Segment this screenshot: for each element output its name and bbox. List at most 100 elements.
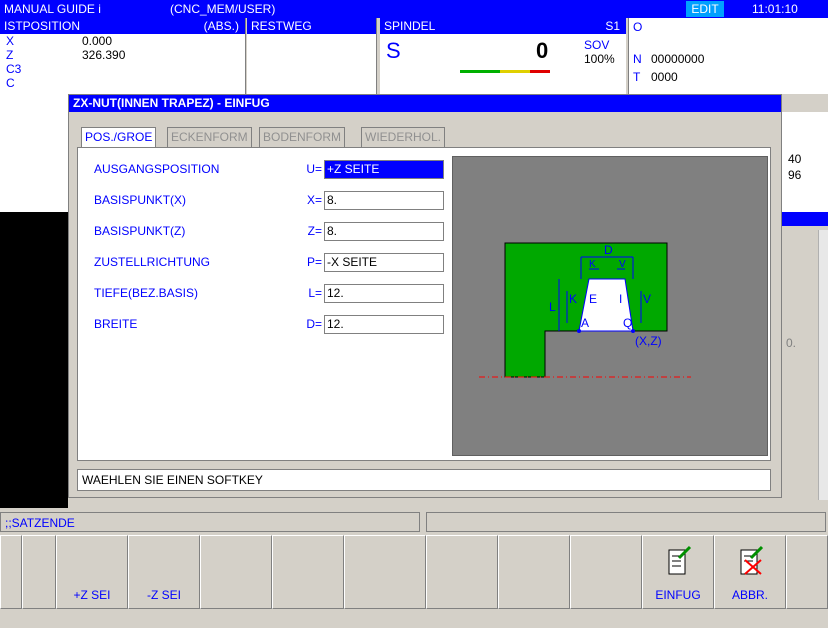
label-xz: (X,Z) [635,334,662,348]
field-input-basispunkt-z[interactable]: 8. [324,222,444,241]
load-bar-green [460,70,500,73]
spindle-header: SPINDEL S1 [380,18,626,34]
label-l: L [549,300,556,314]
axis-x-value: 0.000 [82,34,113,48]
softkey-0[interactable] [22,535,56,609]
program-view-left [0,212,68,508]
axis-c-label: C [6,76,15,90]
spindle-panel: SPINDEL S1 S 0 SOV 100% [380,18,626,94]
softkey-8[interactable] [570,535,642,609]
label-q: Q [623,316,632,330]
program-line-text: ;;SATZENDE [5,516,75,530]
clock: 11:01:10 [752,2,798,16]
bg-area-left-top [0,112,68,212]
field-key-p: P= [306,255,322,269]
field-input-tiefe[interactable]: 12. [324,284,444,303]
field-key-u: U= [306,162,322,176]
field-key-z: Z= [307,224,322,238]
spindle-s-value: 0 [536,38,549,63]
bg-value-2: 96 [788,168,802,182]
spindle-id: S1 [605,19,620,33]
spindle-s-label: S [386,38,401,63]
softkey-7[interactable] [498,535,570,609]
field-input-zustellrichtung[interactable]: -X SEITE [324,253,444,272]
softkey-plus-z-seite[interactable]: +Z SEI [56,535,128,609]
bg-value-1: 40 [788,152,802,166]
program-path: (CNC_MEM/USER) [170,2,276,16]
n-value: 00000000 [651,52,705,66]
position-title: ISTPOSITION [4,19,81,33]
softkey-6[interactable] [426,535,498,609]
field-label-tiefe: TIEFE(BEZ.BASIS) [94,286,199,300]
bg-highlight-bar [782,212,828,226]
restweg-panel: RESTWEG [247,18,377,94]
t-value: 0000 [651,70,678,84]
field-key-x: X= [306,193,322,207]
groove-diagram-svg: D K V L K E I V A Q (X,Z) [479,242,691,378]
softkey-right-nav[interactable] [786,535,828,609]
app-title: MANUAL GUIDE i [4,2,101,16]
sov-value: 100% [584,52,615,66]
field-label-zustellrichtung: ZUSTELLRICHTUNG [94,255,211,269]
dialog-title: ZX-NUT(INNEN TRAPEZ) - EINFUG [69,95,781,112]
input-line[interactable] [426,512,826,532]
label-k-top: K [589,259,596,270]
axis-z-label: Z [6,48,14,62]
cancel-document-icon [740,545,764,575]
tab-wiederhol[interactable]: WIEDERHOL. [361,127,446,147]
field-key-d: D= [306,317,322,331]
softkey-minus-z-seite-label: -Z SEI [146,588,181,602]
codes-panel: O N 00000000 T 0000 [628,18,828,94]
load-bar-red [530,70,550,73]
t-label: T [633,70,641,84]
sov-label: SOV [584,38,610,52]
tab-pos-groe[interactable]: POS./GROE [81,127,157,148]
field-label-basispunkt-z: BASISPUNKT(Z) [94,224,186,238]
program-line: ;;SATZENDE [0,512,420,532]
softkey-5[interactable] [344,535,426,609]
softkey-minus-z-seite[interactable]: -Z SEI [128,535,200,609]
label-k: K [569,292,577,306]
field-label-ausgangsposition: AUSGANGSPOSITION [94,162,220,176]
axis-c3-label: C3 [6,62,22,76]
field-input-ausgangsposition[interactable]: +Z SEITE [324,160,444,179]
bg-value-3: 0. [786,336,797,350]
softkey-einfug-label: EINFUG [655,588,701,602]
label-e: E [589,292,597,306]
axis-z-value: 326.390 [82,48,126,62]
softkey-plus-z-seite-label: +Z SEI [73,588,111,602]
load-bar-yellow [500,70,530,73]
tab-bodenform[interactable]: BODENFORM [259,127,345,147]
axis-x-label: X [6,34,15,48]
o-label: O [633,20,643,34]
mode-badge: EDIT [686,1,724,17]
softkey-einfug[interactable]: EINFUG [642,535,714,609]
status-message: WAEHLEN SIE EINEN SOFTKEY [77,469,771,491]
field-input-basispunkt-x[interactable]: 8. [324,191,444,210]
position-mode: (ABS.) [203,19,239,33]
label-v: V [643,292,651,306]
groove-dialog: ZX-NUT(INNEN TRAPEZ) - EINFUG POS./GROE … [68,94,782,498]
top-status-bar: MANUAL GUIDE i (CNC_MEM/USER) EDIT 11:01… [0,0,828,18]
restweg-header: RESTWEG [247,18,376,34]
field-label-basispunkt-x: BASISPUNKT(X) [94,193,187,207]
label-d: D [604,243,613,257]
tab-eckenform[interactable]: ECKENFORM [167,127,252,147]
softkey-4[interactable] [272,535,344,609]
scrollbar[interactable] [818,230,828,500]
field-input-breite[interactable]: 12. [324,315,444,334]
label-a: A [581,316,589,330]
label-v-top: V [619,259,626,270]
softkey-3[interactable] [200,535,272,609]
insert-document-icon [668,545,692,575]
softkey-abbr[interactable]: ABBR. [714,535,786,609]
tab-body: AUSGANGSPOSITION U= +Z SEITE BASISPUNKT(… [77,147,771,461]
field-label-breite: BREITE [94,317,138,331]
softkey-abbr-label: ABBR. [731,588,768,602]
n-label: N [633,52,642,66]
bg-area-right-top: 40 96 [782,112,828,212]
field-key-l: L= [308,286,322,300]
label-i: I [619,292,622,306]
groove-diagram: D K V L K E I V A Q (X,Z) [452,156,768,456]
softkey-left-nav[interactable] [0,535,22,609]
